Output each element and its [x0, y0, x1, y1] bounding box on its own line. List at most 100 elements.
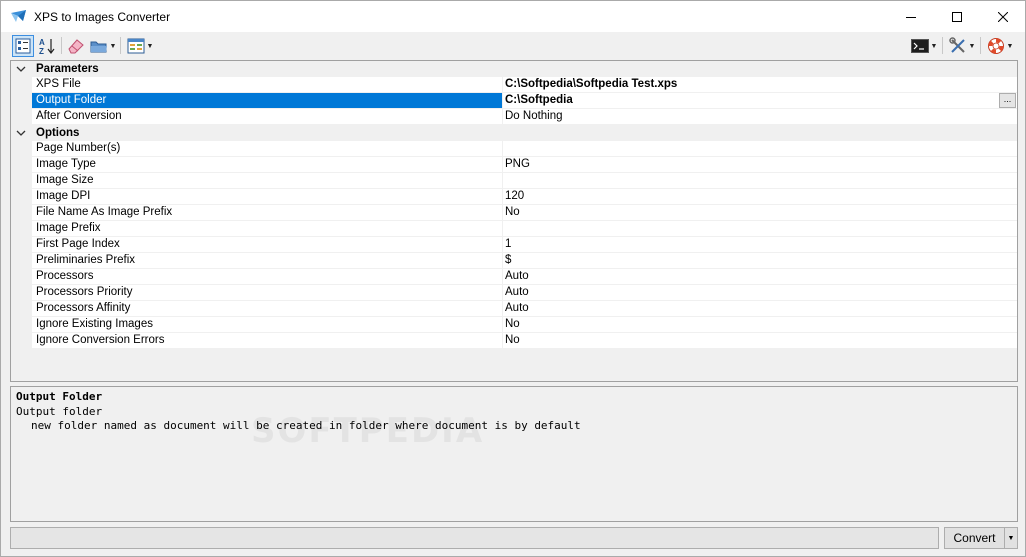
- help-lifebuoy-icon: [987, 38, 1004, 54]
- minimize-button[interactable]: [888, 1, 934, 32]
- help-button[interactable]: ▼: [984, 35, 1016, 57]
- maximize-button[interactable]: [934, 1, 980, 32]
- collapse-chevron-icon[interactable]: [16, 128, 26, 138]
- property-row-image-dpi[interactable]: Image DPI 120: [11, 189, 1017, 205]
- property-value[interactable]: Auto: [503, 269, 1017, 285]
- tools-icon: [948, 37, 965, 53]
- category-parameters[interactable]: Parameters: [11, 61, 1017, 77]
- row-gutter: [11, 221, 32, 237]
- chevron-down-icon: ▼: [109, 42, 117, 50]
- property-value[interactable]: C:\Softpedia: [503, 93, 1017, 109]
- category-label: Options: [36, 127, 80, 139]
- property-name: Page Number(s): [32, 141, 502, 157]
- convert-dropdown-button[interactable]: ▼: [1005, 527, 1018, 549]
- convert-button[interactable]: Convert: [944, 527, 1005, 549]
- property-value[interactable]: $: [503, 253, 1017, 269]
- open-folder-button[interactable]: ▼: [88, 35, 118, 57]
- row-gutter: [11, 93, 32, 109]
- grid-empty-area: [11, 349, 1017, 381]
- property-name: Processors Priority: [32, 285, 502, 301]
- row-gutter: [11, 157, 32, 173]
- category-label: Parameters: [36, 63, 99, 75]
- folder-open-icon: [90, 41, 107, 53]
- property-name: Image Size: [32, 173, 502, 189]
- property-row-file-name-prefix[interactable]: File Name As Image Prefix No: [11, 205, 1017, 221]
- property-row-after-conversion[interactable]: After Conversion Do Nothing: [11, 109, 1017, 125]
- property-value[interactable]: Auto: [503, 285, 1017, 301]
- property-row-processors-priority[interactable]: Processors Priority Auto: [11, 285, 1017, 301]
- window-title: XPS to Images Converter: [34, 10, 171, 24]
- property-row-image-prefix[interactable]: Image Prefix: [11, 221, 1017, 237]
- category-options[interactable]: Options: [11, 125, 1017, 141]
- property-grid: Parameters XPS File C:\Softpedia\Softped…: [10, 60, 1018, 382]
- property-name: After Conversion: [32, 109, 502, 125]
- row-gutter: [11, 253, 32, 269]
- property-value[interactable]: No: [503, 317, 1017, 333]
- categorized-icon: [15, 38, 31, 54]
- toolbar-separator: [61, 37, 62, 54]
- chevron-down-icon: ▼: [1006, 42, 1014, 50]
- property-value[interactable]: [503, 141, 1017, 157]
- property-value[interactable]: Auto: [503, 301, 1017, 317]
- property-pages-button[interactable]: ▼: [125, 35, 155, 57]
- console-icon: [910, 39, 929, 53]
- property-name: Preliminaries Prefix: [32, 253, 502, 269]
- row-gutter: [11, 285, 32, 301]
- status-field: [10, 527, 939, 549]
- property-value[interactable]: 1: [503, 237, 1017, 253]
- description-subtitle: Output folder: [16, 405, 103, 418]
- property-row-processors[interactable]: Processors Auto: [11, 269, 1017, 285]
- maximize-icon: [952, 11, 962, 22]
- toolbar: A Z ▼ ▼ ▼ ▼ ▼: [1, 33, 1025, 59]
- tools-button[interactable]: ▼: [946, 35, 978, 57]
- property-value[interactable]: No: [503, 333, 1017, 349]
- alphabetical-sort-icon: A Z: [39, 38, 55, 55]
- property-row-ignore-existing[interactable]: Ignore Existing Images No: [11, 317, 1017, 333]
- toolbar-separator: [980, 37, 981, 54]
- close-button[interactable]: [980, 1, 1026, 32]
- property-name: XPS File: [32, 77, 502, 93]
- property-name: Output Folder: [32, 93, 502, 109]
- console-button[interactable]: ▼: [908, 35, 940, 57]
- property-row-output-folder[interactable]: Output Folder C:\Softpedia ...: [11, 93, 1017, 109]
- property-value[interactable]: Do Nothing: [503, 109, 1017, 125]
- row-gutter: [11, 333, 32, 349]
- browse-button[interactable]: ...: [999, 93, 1016, 108]
- row-gutter: [11, 109, 32, 125]
- property-name: File Name As Image Prefix: [32, 205, 502, 221]
- property-value[interactable]: PNG: [503, 157, 1017, 173]
- alphabetical-button[interactable]: A Z: [36, 35, 58, 57]
- toolbar-separator: [120, 37, 121, 54]
- row-gutter: [11, 237, 32, 253]
- app-icon: [10, 9, 28, 23]
- property-value[interactable]: No: [503, 205, 1017, 221]
- property-value[interactable]: [503, 221, 1017, 237]
- property-name: First Page Index: [32, 237, 502, 253]
- property-value[interactable]: [503, 173, 1017, 189]
- property-row-image-size[interactable]: Image Size: [11, 173, 1017, 189]
- row-gutter: [11, 141, 32, 157]
- property-value[interactable]: C:\Softpedia\Softpedia Test.xps: [503, 77, 1017, 93]
- row-gutter: [11, 301, 32, 317]
- property-row-processors-affinity[interactable]: Processors Affinity Auto: [11, 301, 1017, 317]
- collapse-chevron-icon[interactable]: [16, 64, 26, 74]
- property-name: Ignore Existing Images: [32, 317, 502, 333]
- categorized-button[interactable]: [12, 35, 34, 57]
- property-row-xps-file[interactable]: XPS File C:\Softpedia\Softpedia Test.xps: [11, 77, 1017, 93]
- row-gutter: [11, 189, 32, 205]
- property-row-first-page-index[interactable]: First Page Index 1: [11, 237, 1017, 253]
- property-row-page-numbers[interactable]: Page Number(s): [11, 141, 1017, 157]
- description-panel: SOFTPEDIA Output Folder Output folder ne…: [10, 386, 1018, 522]
- property-value[interactable]: 120: [503, 189, 1017, 205]
- title-bar: XPS to Images Converter: [1, 1, 1025, 32]
- property-row-image-type[interactable]: Image Type PNG: [11, 157, 1017, 173]
- property-row-ignore-errors[interactable]: Ignore Conversion Errors No: [11, 333, 1017, 349]
- property-row-preliminaries-prefix[interactable]: Preliminaries Prefix $: [11, 253, 1017, 269]
- chevron-down-icon: ▼: [1007, 534, 1015, 542]
- property-pages-icon: [127, 38, 145, 54]
- property-name: Image Prefix: [32, 221, 502, 237]
- property-name: Ignore Conversion Errors: [32, 333, 502, 349]
- clear-button[interactable]: [65, 35, 87, 57]
- toolbar-separator: [942, 37, 943, 54]
- close-icon: [998, 11, 1008, 22]
